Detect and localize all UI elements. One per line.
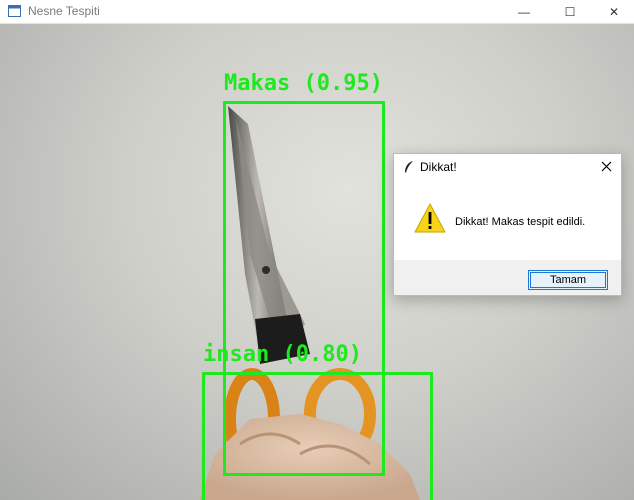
minimize-button[interactable]: — bbox=[502, 0, 546, 24]
maximize-icon: ☐ bbox=[564, 5, 576, 19]
ok-button[interactable]: Tamam bbox=[528, 270, 608, 290]
window-title: Nesne Tespiti bbox=[28, 4, 100, 18]
maximize-button[interactable]: ☐ bbox=[548, 0, 592, 24]
app-window-icon bbox=[8, 5, 21, 17]
close-icon bbox=[601, 161, 611, 171]
dialog-message: Dikkat! Makas tespit edildi. bbox=[455, 216, 586, 228]
detection-box-insan bbox=[202, 372, 433, 500]
feather-icon bbox=[405, 161, 413, 173]
dialog-footer: Tamam bbox=[394, 260, 621, 295]
detection-label-insan: insan (0.80) bbox=[203, 342, 362, 367]
warning-icon bbox=[414, 203, 446, 233]
detection-label-makas: Makas (0.95) bbox=[224, 71, 383, 96]
window-titlebar: Nesne Tespiti — ☐ ✕ bbox=[0, 0, 634, 24]
dialog-close-button[interactable] bbox=[597, 157, 615, 175]
close-window-button[interactable]: ✕ bbox=[592, 0, 634, 24]
warning-dialog: Dikkat! Dikkat! Makas tespit edildi. Tam… bbox=[393, 153, 622, 296]
dialog-title: Dikkat! bbox=[420, 160, 457, 174]
close-icon: ✕ bbox=[608, 5, 620, 19]
minimize-icon: — bbox=[518, 5, 530, 19]
